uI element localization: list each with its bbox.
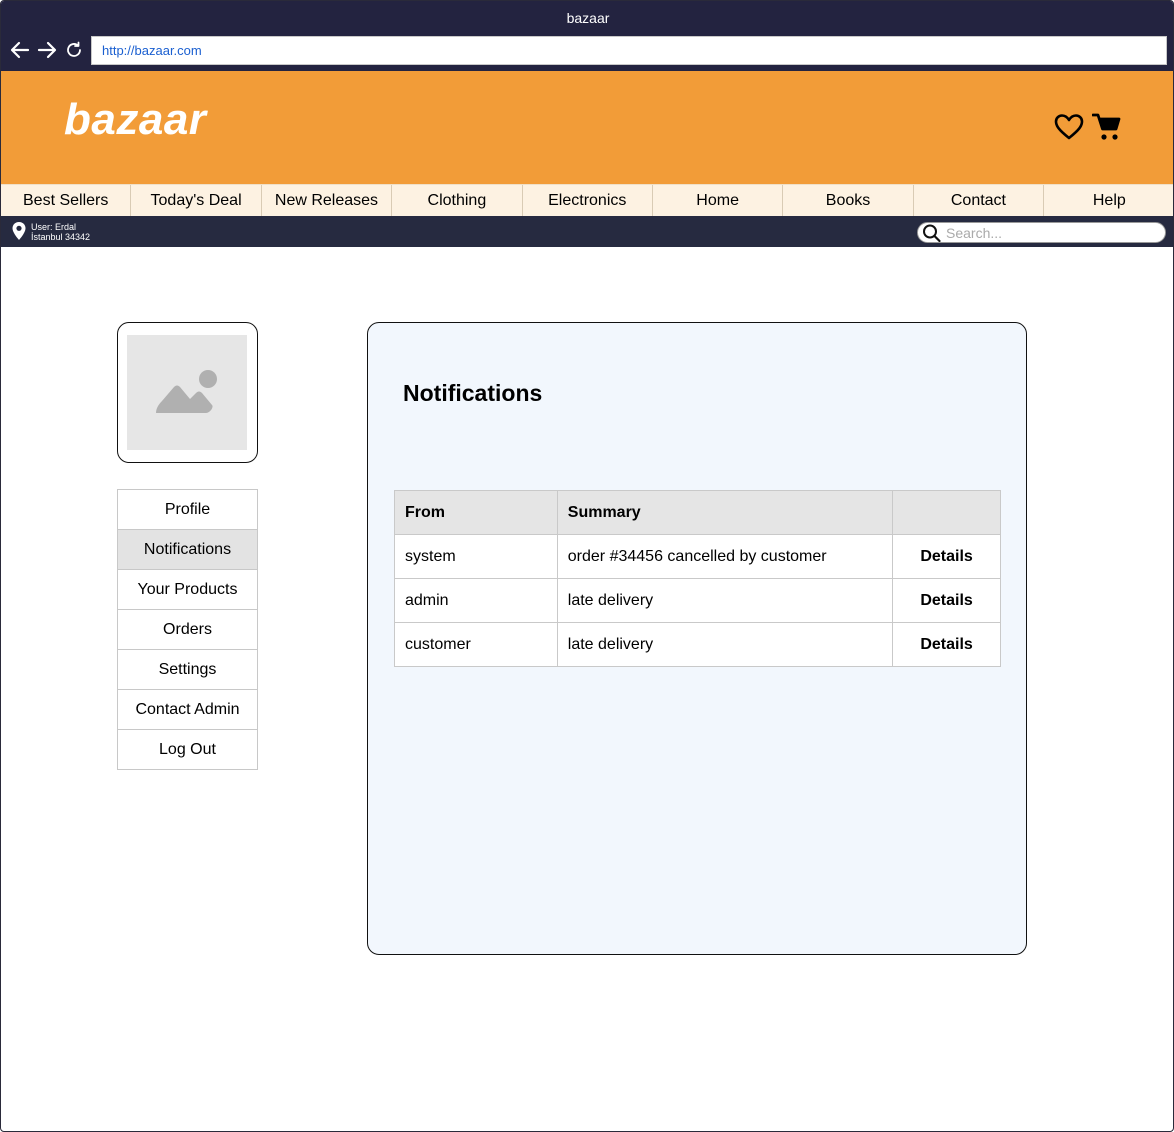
site-logo[interactable]: bazaar [64,95,206,145]
heart-icon[interactable] [1053,111,1085,143]
menu-log-out[interactable]: Log Out [118,730,257,769]
menu-notifications[interactable]: Notifications [118,530,257,570]
search-box[interactable] [917,222,1166,243]
table-row: admin late delivery Details [394,578,1001,623]
avatar[interactable] [117,322,258,463]
nav-home[interactable]: Home [653,185,784,217]
details-link[interactable]: Details [892,534,1001,579]
cell-summary: late delivery [556,622,894,667]
reload-icon[interactable] [63,39,85,61]
category-nav: Best Sellers Today's Deal New Releases C… [1,184,1173,217]
cell-summary: order #34456 cancelled by customer [556,534,894,579]
nav-clothing[interactable]: Clothing [392,185,523,217]
window-title: bazaar [566,10,610,26]
nav-help[interactable]: Help [1044,185,1173,217]
page-title: Notifications [403,380,543,406]
menu-contact-admin[interactable]: Contact Admin [118,690,257,730]
cell-summary: late delivery [556,578,894,623]
browser-window: bazaar bazaar Best Sellers Today's Deal … [0,0,1174,1132]
nav-contact[interactable]: Contact [914,185,1045,217]
site-header: bazaar [1,71,1173,184]
menu-your-products[interactable]: Your Products [118,570,257,610]
details-link[interactable]: Details [892,622,1001,667]
nav-new-releases[interactable]: New Releases [262,185,393,217]
nav-electronics[interactable]: Electronics [523,185,653,217]
notifications-panel: Notifications From Summary system order … [367,322,1027,955]
search-input[interactable] [946,223,1161,242]
search-icon [922,224,942,243]
address-bar[interactable] [91,36,1167,65]
column-header-from: From [394,490,558,535]
table-row: system order #34456 cancelled by custome… [394,534,1001,579]
browser-chrome: bazaar [1,1,1173,71]
menu-orders[interactable]: Orders [118,610,257,650]
column-header-action [892,490,1001,535]
nav-todays-deal[interactable]: Today's Deal [131,185,262,217]
table-row: customer late delivery Details [394,622,1001,667]
back-arrow-icon[interactable] [9,39,31,61]
menu-settings[interactable]: Settings [118,650,257,690]
column-header-summary: Summary [556,490,894,535]
cell-from: admin [394,578,558,623]
user-location: İstanbul 34342 [31,232,91,242]
url-input[interactable] [92,37,1166,64]
details-link[interactable]: Details [892,578,1001,623]
image-placeholder-icon [127,335,247,450]
location-pin-icon [11,221,27,241]
cart-icon[interactable] [1091,111,1123,143]
user-location-info: User: Erdal İstanbul 34342 [31,222,90,242]
account-side-menu: Profile Notifications Your Products Orde… [117,489,258,770]
cell-from: system [394,534,558,579]
menu-profile[interactable]: Profile [118,490,257,530]
table-header-row: From Summary [394,490,1001,535]
forward-arrow-icon[interactable] [36,39,58,61]
notifications-table: From Summary system order #34456 cancell… [394,490,1001,667]
nav-books[interactable]: Books [783,185,914,217]
cell-from: customer [394,622,558,667]
user-name: User: Erdal [31,222,77,232]
nav-best-sellers[interactable]: Best Sellers [1,185,132,217]
